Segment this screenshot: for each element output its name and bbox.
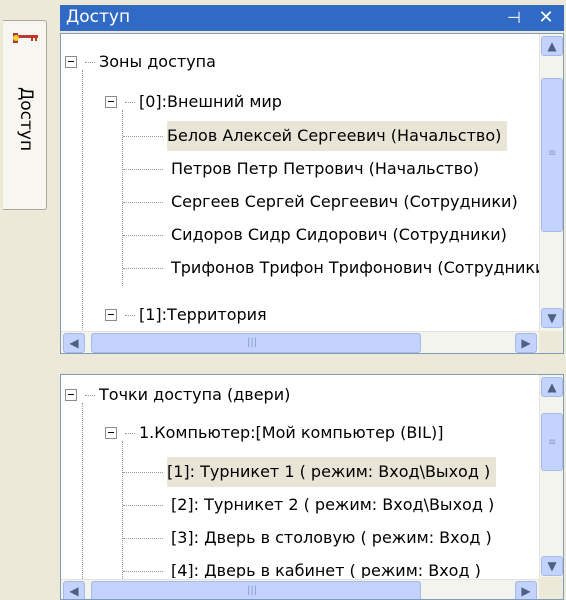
tree-node-door[interactable]: [4]: Дверь в кабинет ( режим: Вход )	[171, 556, 481, 578]
arrow-down-icon: ▼	[547, 559, 557, 573]
scroll-thumb[interactable]: ≡	[541, 413, 563, 471]
tree-node-person[interactable]: Трифонов Трифон Трифонович (Сотрудники)	[171, 253, 552, 283]
tree-line	[123, 169, 163, 170]
scroll-left-button[interactable]: ◀	[63, 333, 85, 353]
scroll-left-button[interactable]: ◀	[63, 581, 85, 599]
arrow-right-icon: ▶	[521, 336, 531, 350]
arrow-left-icon: ◀	[69, 336, 79, 350]
collapse-icon[interactable]	[65, 389, 77, 401]
collapse-icon[interactable]	[105, 309, 117, 321]
tree-line	[85, 62, 95, 63]
arrow-up-icon: ▲	[547, 39, 557, 53]
tree-node-person[interactable]: Петров Петр Петрович (Начальство)	[171, 154, 479, 184]
grip-icon: ≡	[548, 148, 557, 159]
tree-node-person[interactable]: Белов Алексей Сергеевич (Начальство)	[167, 121, 508, 151]
tree-line	[122, 441, 123, 579]
collapse-icon[interactable]	[105, 427, 117, 439]
arrow-right-icon: ▶	[521, 584, 531, 598]
tree-line	[123, 538, 163, 539]
pane-splitter[interactable]	[60, 356, 564, 372]
tree-line	[123, 235, 163, 236]
grip-icon: |||	[247, 585, 258, 596]
scroll-thumb[interactable]: ≡	[541, 78, 563, 232]
tree-line	[125, 433, 135, 434]
scroll-corner	[539, 331, 563, 353]
scroll-up-button[interactable]: ▲	[541, 36, 563, 56]
scroll-thumb[interactable]: |||	[91, 581, 421, 599]
tree-line	[123, 268, 163, 269]
grip-icon: ≡	[548, 437, 557, 448]
tree-line	[123, 136, 163, 137]
scroll-corner	[539, 577, 563, 599]
pin-icon: ⊣	[507, 8, 521, 27]
tree-line	[123, 202, 163, 203]
access-zones-tree[interactable]: Зоны доступа [0]:Внешний мир Белов Алекс…	[60, 33, 564, 354]
tree-line	[123, 571, 163, 572]
close-button[interactable]: ✕	[534, 8, 558, 28]
grip-icon: |||	[247, 337, 258, 348]
panel-titlebar: Доступ ⊣ ✕	[60, 5, 564, 31]
arrow-down-icon: ▼	[547, 311, 557, 325]
tree-line	[125, 315, 135, 316]
dock-tab-access[interactable]: Доступ	[3, 20, 47, 210]
dock-tab-label: Доступ	[16, 87, 36, 152]
collapse-icon[interactable]	[65, 56, 77, 68]
scroll-right-button[interactable]: ▶	[515, 581, 537, 599]
tree-node-door[interactable]: [2]: Турникет 2 ( режим: Вход\Выход )	[171, 490, 494, 520]
tree-line	[123, 472, 163, 473]
tree-node-door[interactable]: [1]: Турникет 1 ( режим: Вход\Выход )	[167, 457, 497, 487]
vertical-scrollbar[interactable]: ▲ ≡ ▼	[539, 375, 563, 579]
access-points-tree[interactable]: Точки доступа (двери) 1.Компьютер:[Мой к…	[60, 374, 564, 600]
horizontal-scrollbar[interactable]: ◀ ||| ▶	[61, 331, 541, 353]
horizontal-scrollbar[interactable]: ◀ ||| ▶	[61, 579, 541, 599]
arrow-left-icon: ◀	[69, 584, 79, 598]
tree-line	[123, 505, 163, 506]
arrow-up-icon: ▲	[547, 380, 557, 394]
collapse-icon[interactable]	[105, 96, 117, 108]
close-icon: ✕	[538, 7, 554, 28]
tree-node-zone-1[interactable]: [1]:Территория	[139, 300, 267, 330]
scroll-up-button[interactable]: ▲	[541, 377, 563, 397]
tree-node-zone-0[interactable]: [0]:Внешний мир	[139, 87, 282, 117]
pin-button[interactable]: ⊣	[502, 8, 526, 28]
panel-title: Доступ	[66, 7, 131, 27]
tree-node-person[interactable]: Сергеев Сергей Сергеевич (Сотрудники)	[171, 187, 518, 217]
tree-node-points-root[interactable]: Точки доступа (двери)	[99, 380, 290, 410]
scroll-down-button[interactable]: ▼	[541, 556, 563, 576]
tree-node-person[interactable]: Сидоров Сидр Сидорович (Сотрудники)	[171, 220, 507, 250]
scroll-thumb[interactable]: |||	[91, 333, 421, 353]
tree-line	[82, 70, 83, 332]
tree-node-computer[interactable]: 1.Компьютер:[Мой компьютер (BIL)]	[139, 418, 444, 448]
tree-node-zones-root[interactable]: Зоны доступа	[99, 47, 216, 77]
scroll-down-button[interactable]: ▼	[541, 308, 563, 328]
vertical-scrollbar[interactable]: ▲ ≡ ▼	[539, 34, 563, 331]
scroll-right-button[interactable]: ▶	[515, 333, 537, 353]
tree-node-door[interactable]: [3]: Дверь в столовую ( режим: Вход )	[171, 523, 492, 553]
key-icon	[13, 33, 38, 43]
tree-line	[125, 102, 135, 103]
tree-line	[82, 403, 83, 579]
tree-line	[85, 395, 95, 396]
